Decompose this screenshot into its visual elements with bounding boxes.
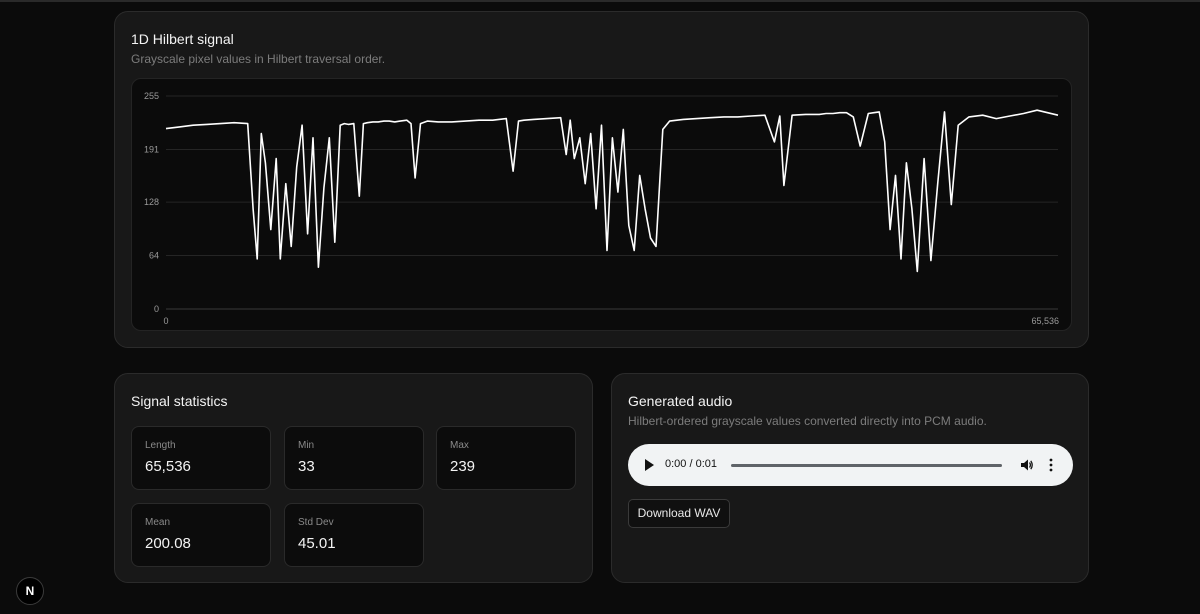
stat-length: Length 65,536 <box>131 426 271 490</box>
audio-card: Generated audio Hilbert-ordered grayscal… <box>611 373 1089 583</box>
stat-label: Length <box>145 440 176 451</box>
more-vertical-icon[interactable] <box>1048 457 1054 473</box>
y-tick-label: 191 <box>144 144 159 154</box>
stat-label: Mean <box>145 517 171 528</box>
stat-value: 239 <box>450 458 476 475</box>
audio-time: 0:00 / 0:01 <box>665 458 717 470</box>
x-tick-label: 0 <box>163 316 168 326</box>
x-tick-label: 65,536 <box>1031 316 1059 326</box>
audio-seek-bar[interactable] <box>731 464 1002 467</box>
signal-series-line <box>165 109 1059 273</box>
chart-container: 0 64 128 191 255 0 65,536 <box>131 78 1072 331</box>
hilbert-line-chart: 0 64 128 191 255 0 65,536 <box>144 91 1059 326</box>
stat-value: 200.08 <box>145 535 191 552</box>
stat-max: Max 239 <box>436 426 576 490</box>
stat-value: 65,536 <box>145 458 191 475</box>
next-logo-badge[interactable]: N <box>16 577 44 605</box>
y-tick-label: 128 <box>144 197 159 207</box>
stat-value: 33 <box>298 458 315 475</box>
stat-label: Min <box>298 440 315 451</box>
y-tick-label: 255 <box>144 91 159 101</box>
signal-card-subtitle: Grayscale pixel values in Hilbert traver… <box>131 52 386 66</box>
stat-value: 45.01 <box>298 535 336 552</box>
statistics-card: Signal statistics Length 65,536 Min 33 M… <box>114 373 593 583</box>
top-border <box>0 0 1200 2</box>
stat-label: Max <box>450 440 469 451</box>
stat-mean: Mean 200.08 <box>131 503 271 567</box>
y-tick-label: 0 <box>154 304 159 314</box>
y-tick-label: 64 <box>149 251 159 261</box>
signal-card-title: 1D Hilbert signal <box>131 31 234 47</box>
signal-card: 1D Hilbert signal Grayscale pixel values… <box>114 11 1089 348</box>
download-wav-button[interactable]: Download WAV <box>628 499 730 528</box>
stat-std-dev: Std Dev 45.01 <box>284 503 424 567</box>
audio-card-title: Generated audio <box>628 393 733 409</box>
audio-player[interactable]: 0:00 / 0:01 <box>628 444 1073 486</box>
audio-card-subtitle: Hilbert-ordered grayscale values convert… <box>628 414 987 428</box>
stat-min: Min 33 <box>284 426 424 490</box>
play-icon[interactable] <box>645 459 654 471</box>
statistics-card-title: Signal statistics <box>131 393 228 409</box>
stat-label: Std Dev <box>298 517 334 528</box>
volume-icon[interactable] <box>1020 458 1034 472</box>
